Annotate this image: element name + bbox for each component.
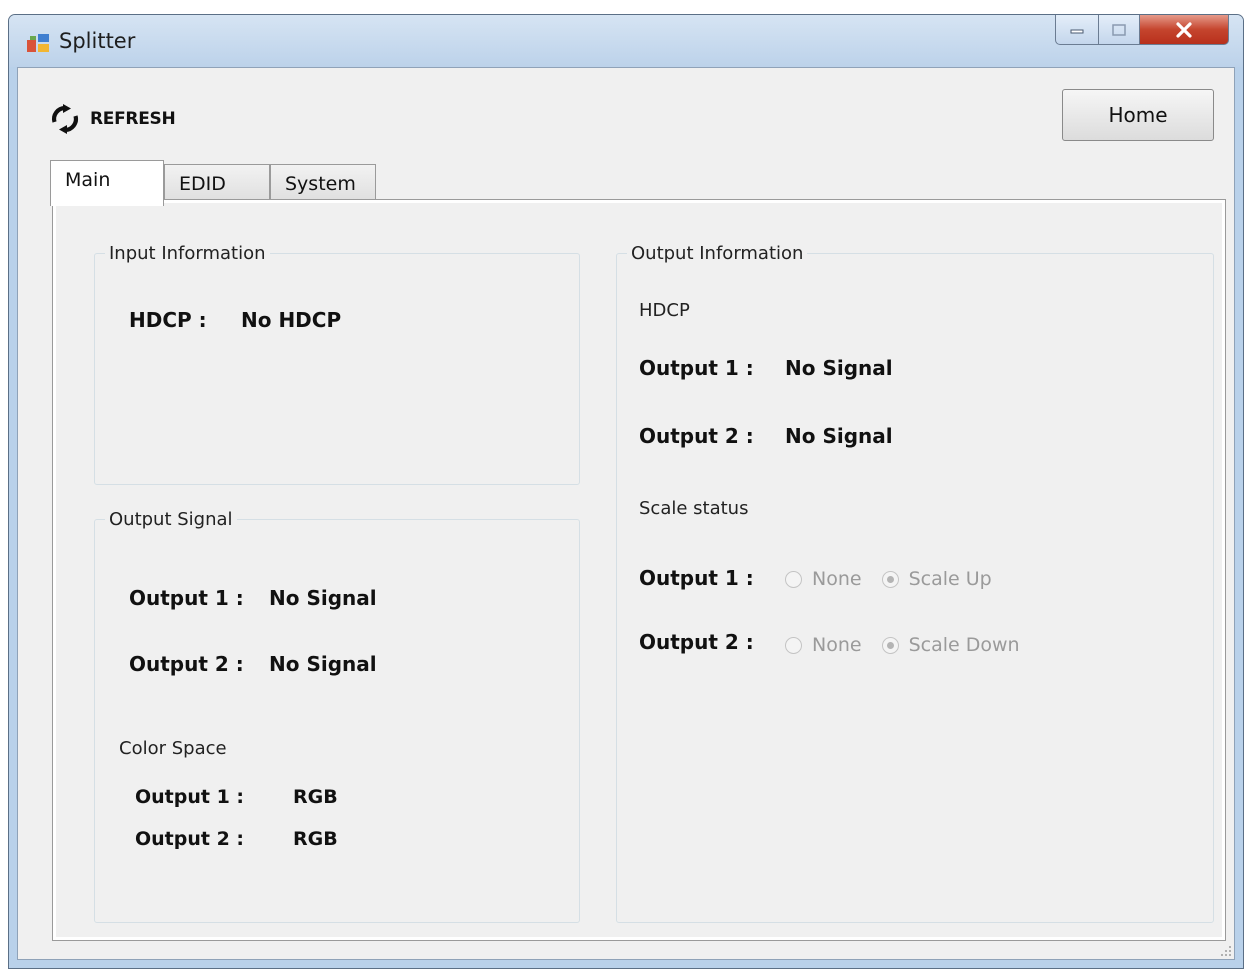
scale-status-title: Scale status [639, 498, 749, 519]
color-output-1-label: Output 1 : [135, 786, 245, 808]
maximize-button[interactable] [1098, 15, 1140, 45]
title-bar[interactable]: Splitter [9, 15, 1243, 67]
color-output-2-value: RGB [293, 828, 338, 850]
splitter-window: Splitter REFRESH Home Main EDID System I… [8, 14, 1244, 969]
scale-output-1-none-radio[interactable] [785, 570, 802, 588]
hdcp-output-1-value: No Signal [785, 356, 893, 380]
refresh-label: REFRESH [90, 109, 176, 129]
minimize-icon [1070, 29, 1084, 33]
client-area: REFRESH Home Main EDID System Input Info… [17, 67, 1235, 960]
home-button[interactable]: Home [1062, 89, 1214, 141]
window-title: Splitter [59, 29, 136, 53]
scale-output-2-scale-down-label: Scale Down [908, 634, 1020, 656]
color-output-2-label: Output 2 : [135, 828, 245, 850]
signal-output-1-label: Output 1 : [129, 586, 244, 610]
signal-output-2-value: No Signal [269, 652, 377, 676]
signal-output-1-value: No Signal [269, 586, 377, 610]
scale-output-1-scale-up-label: Scale Up [908, 568, 992, 590]
scale-output-1-scale-up-radio[interactable] [881, 570, 899, 588]
resize-grip-icon[interactable] [1218, 943, 1232, 957]
main-tab-page: Input Information HDCP : No HDCP Output … [52, 199, 1226, 941]
input-hdcp-label: HDCP : [129, 308, 207, 332]
scale-output-2-scale-down-radio[interactable] [881, 636, 899, 654]
scale-output-1-options: None Scale Up [785, 568, 1012, 590]
scale-output-2-none-radio[interactable] [785, 636, 802, 654]
color-output-1-value: RGB [293, 786, 338, 808]
minimize-button[interactable] [1055, 15, 1099, 45]
output-signal-title: Output Signal [109, 509, 233, 530]
refresh-button[interactable]: REFRESH [50, 104, 176, 134]
hdcp-output-2-label: Output 2 : [639, 424, 754, 448]
signal-output-2-label: Output 2 : [129, 652, 244, 676]
output-signal-group: Output Signal Output 1 : No Signal Outpu… [94, 509, 580, 923]
output-information-group: Output Information HDCP Output 1 : No Si… [616, 243, 1214, 923]
scale-output-2-none-label: None [812, 634, 862, 656]
close-icon [1176, 21, 1192, 38]
input-information-title: Input Information [109, 243, 266, 264]
scale-output-2-options: None Scale Down [785, 634, 1040, 656]
tab-system[interactable]: System [270, 164, 376, 200]
scale-output-1-label: Output 1 : [639, 566, 754, 590]
refresh-icon [51, 104, 79, 134]
tab-edid[interactable]: EDID [164, 164, 270, 200]
hdcp-output-2-value: No Signal [785, 424, 893, 448]
main-tab-content: Input Information HDCP : No HDCP Output … [56, 203, 1222, 937]
close-button[interactable] [1139, 15, 1229, 45]
output-information-title: Output Information [631, 243, 804, 264]
color-space-title: Color Space [119, 738, 227, 759]
splitter-app-icon [27, 34, 49, 52]
output-hdcp-title: HDCP [639, 300, 690, 321]
input-information-group: Input Information HDCP : No HDCP [94, 243, 580, 485]
input-hdcp-value: No HDCP [241, 308, 342, 332]
scale-output-2-label: Output 2 : [639, 630, 754, 654]
maximize-icon [1112, 23, 1126, 36]
tab-main[interactable]: Main [50, 160, 164, 206]
scale-output-1-none-label: None [812, 568, 862, 590]
hdcp-output-1-label: Output 1 : [639, 356, 754, 380]
